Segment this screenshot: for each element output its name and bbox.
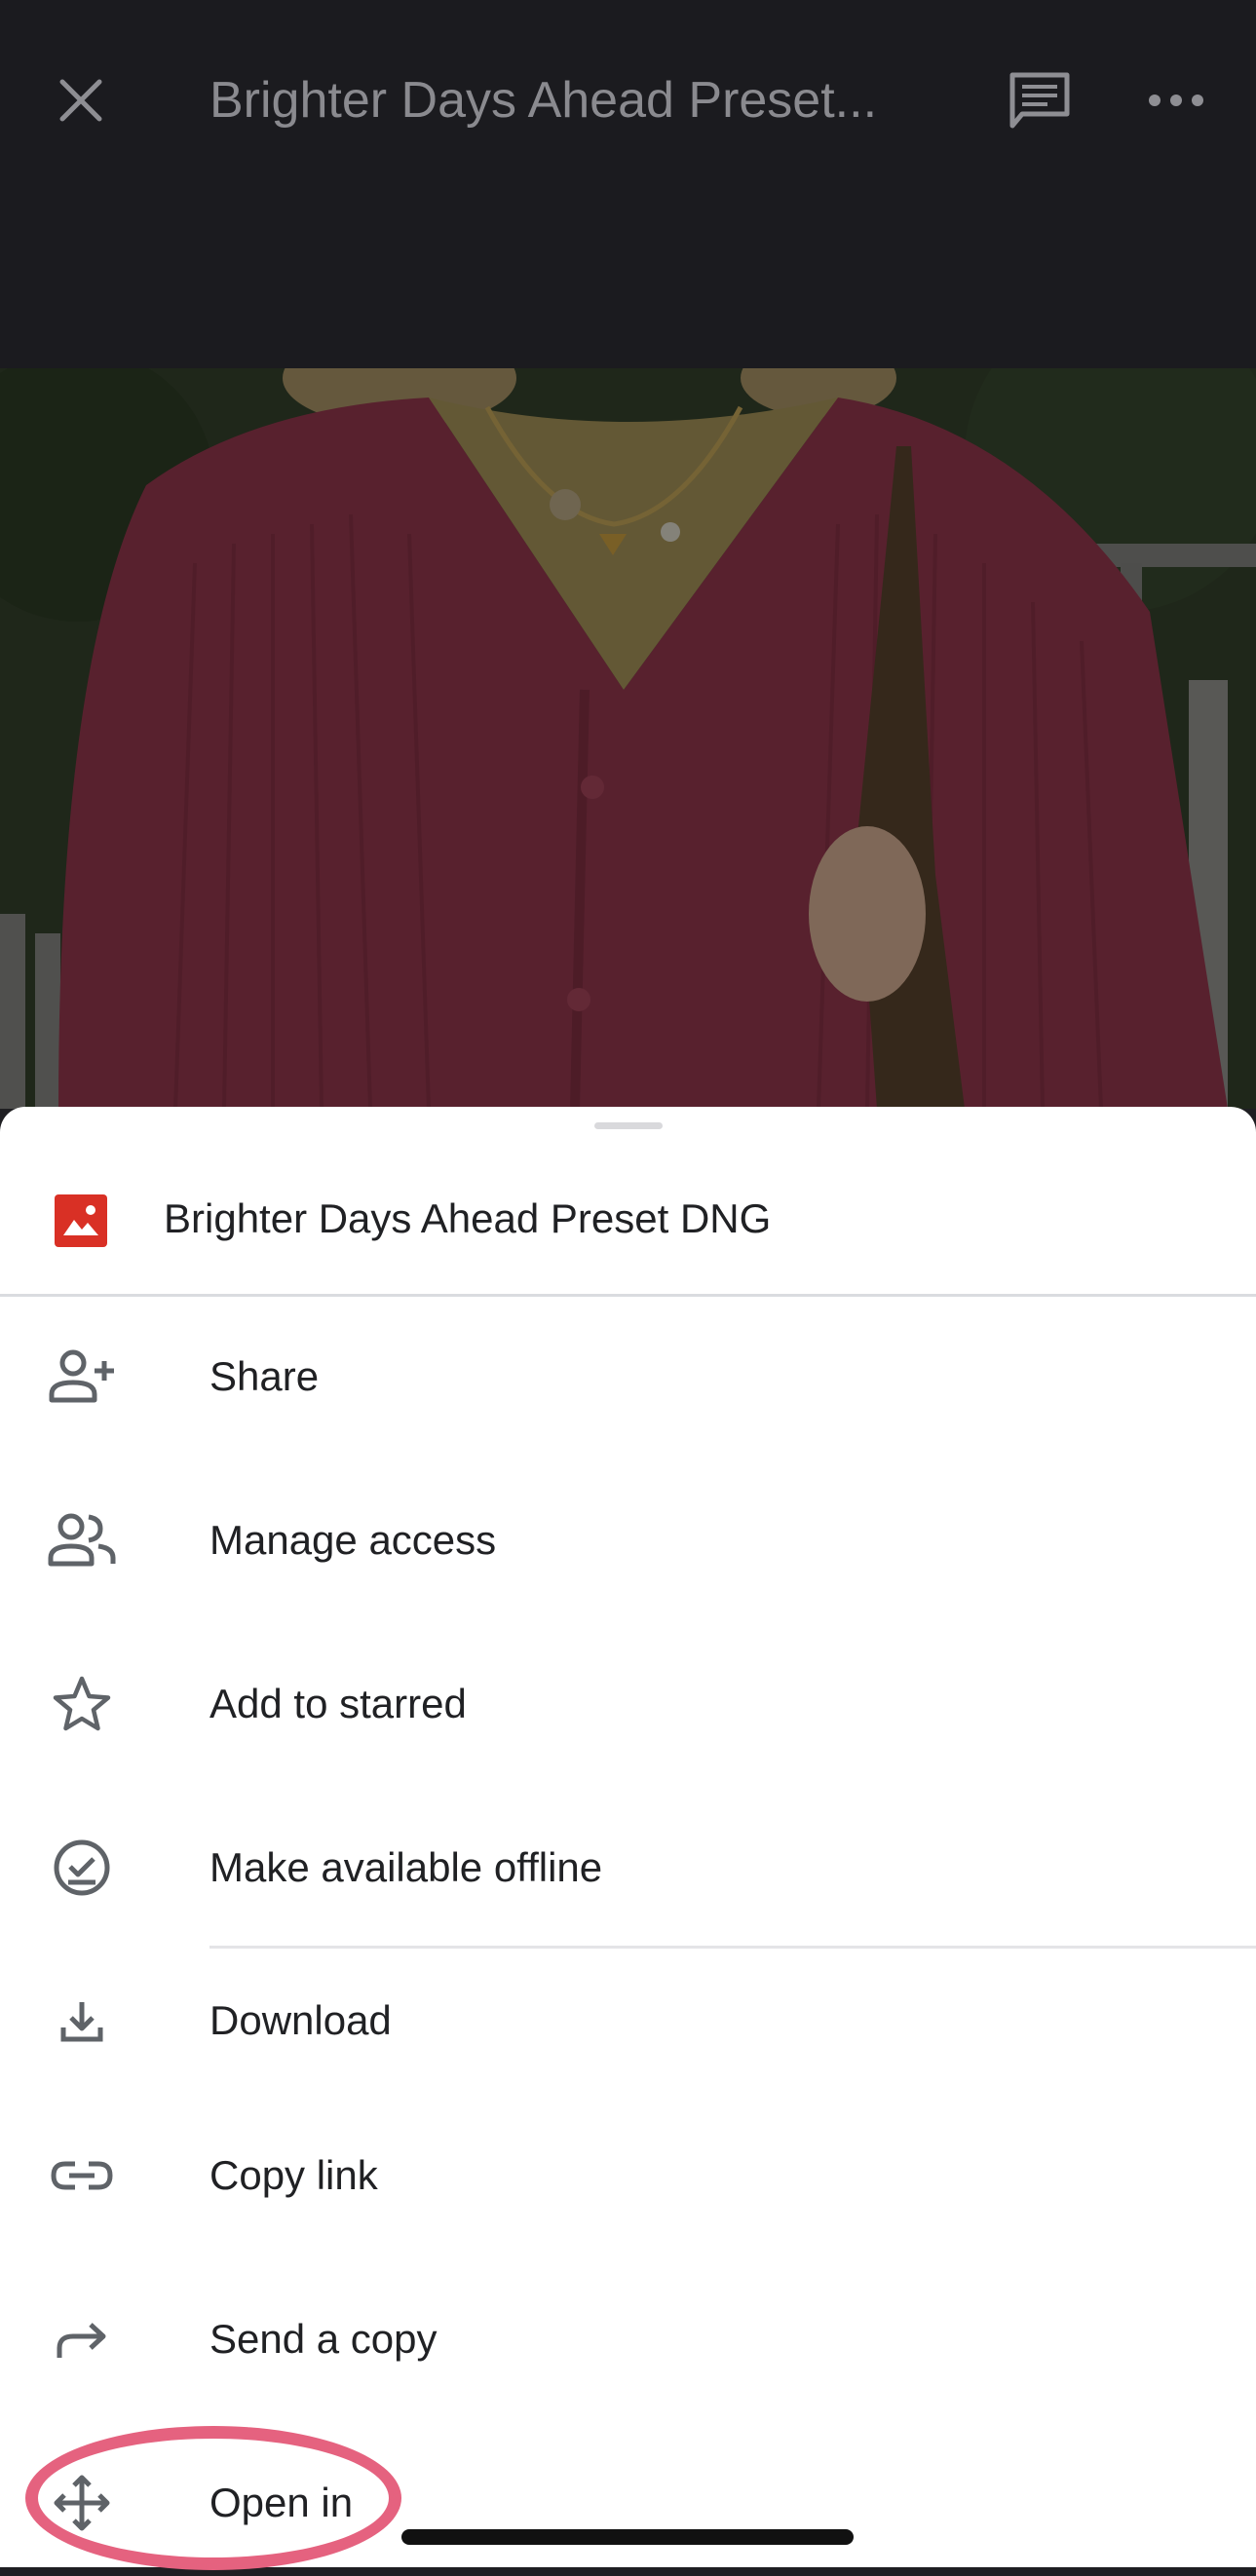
add-to-starred-label: Add to starred xyxy=(209,1681,467,1726)
home-indicator[interactable] xyxy=(401,2529,854,2545)
manage-access-label: Manage access xyxy=(209,1517,497,1563)
add-to-starred-menu-item[interactable]: Add to starred xyxy=(0,1631,1256,1777)
image-file-icon xyxy=(55,1194,107,1247)
close-icon xyxy=(59,79,102,122)
share-menu-item[interactable]: Share xyxy=(0,1304,1256,1450)
offline-check-icon xyxy=(45,1831,119,1905)
more-horizontal-icon xyxy=(1149,95,1203,106)
make-available-offline-menu-item[interactable]: Make available offline xyxy=(0,1795,1256,1941)
file-name: Brighter Days Ahead Preset DNG xyxy=(164,1195,772,1241)
download-label: Download xyxy=(209,1997,392,2043)
forward-icon xyxy=(45,2302,119,2376)
dim-overlay xyxy=(0,368,1256,1109)
action-bottom-sheet: Brighter Days Ahead Preset DNG Share Man… xyxy=(0,1107,1256,2567)
comments-button[interactable] xyxy=(994,58,1085,142)
more-options-button[interactable] xyxy=(1130,58,1222,142)
link-icon xyxy=(45,2139,119,2213)
document-title: Brighter Days Ahead Preset... xyxy=(209,72,878,129)
open-in-menu-item[interactable]: Open in xyxy=(0,2430,1256,2576)
star-icon xyxy=(45,1667,119,1741)
manage-access-menu-item[interactable]: Manage access xyxy=(0,1467,1256,1613)
send-a-copy-menu-item[interactable]: Send a copy xyxy=(0,2266,1256,2412)
copy-link-menu-item[interactable]: Copy link xyxy=(0,2102,1256,2249)
people-icon xyxy=(45,1503,119,1577)
move-arrows-icon xyxy=(45,2466,119,2540)
sheet-file-header: Brighter Days Ahead Preset DNG xyxy=(0,1128,1256,1297)
person-add-icon xyxy=(45,1340,119,1414)
comment-icon xyxy=(1009,72,1070,129)
share-label: Share xyxy=(209,1353,320,1399)
make-available-offline-label: Make available offline xyxy=(209,1844,603,1890)
copy-link-label: Copy link xyxy=(209,2152,378,2198)
download-menu-item[interactable]: Download xyxy=(0,1948,1256,2094)
download-icon xyxy=(45,1984,119,2058)
open-in-label: Open in xyxy=(209,2480,354,2525)
image-preview xyxy=(0,368,1256,1109)
top-app-bar: Brighter Days Ahead Preset... xyxy=(0,0,1256,368)
send-a-copy-label: Send a copy xyxy=(209,2316,438,2362)
close-button[interactable] xyxy=(39,58,123,142)
